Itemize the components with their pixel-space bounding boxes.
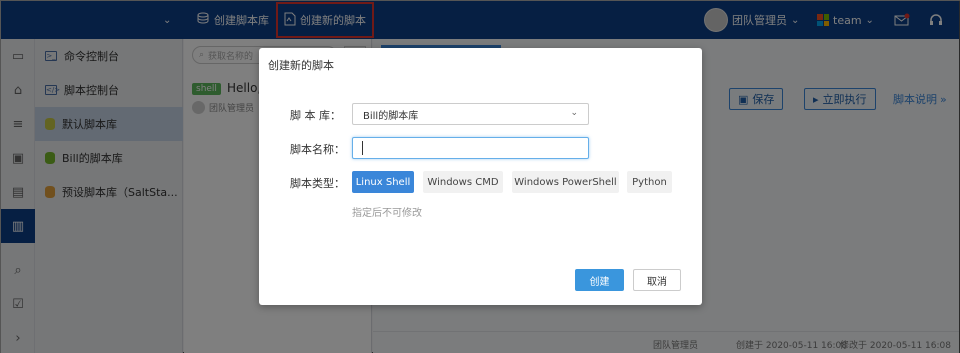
- text-cursor: [362, 141, 363, 155]
- script-name-label: 脚本名称：: [290, 143, 345, 156]
- dialog-title: 创建新的脚本: [268, 59, 334, 72]
- script-name-input[interactable]: [352, 137, 589, 159]
- type-python-button[interactable]: Python: [627, 171, 672, 193]
- chevron-down-icon: ⌄: [570, 108, 578, 118]
- create-script-dialog: 创建新的脚本 脚 本 库： Bill的脚本库 ⌄ 脚本名称： 脚本类型： Lin…: [259, 48, 702, 305]
- library-select-value: Bill的脚本库: [363, 110, 419, 122]
- library-select[interactable]: Bill的脚本库 ⌄: [352, 103, 589, 125]
- script-type-label: 脚本类型：: [290, 177, 345, 190]
- type-windows-cmd-button[interactable]: Windows CMD: [423, 171, 503, 193]
- cancel-button[interactable]: 取消: [633, 269, 681, 291]
- type-windows-powershell-button[interactable]: Windows PowerShell: [512, 171, 619, 193]
- type-linux-shell-button[interactable]: Linux Shell: [352, 171, 414, 193]
- create-button[interactable]: 创建: [575, 269, 624, 291]
- library-label: 脚 本 库：: [290, 109, 341, 122]
- type-hint: 指定后不可修改: [352, 208, 422, 219]
